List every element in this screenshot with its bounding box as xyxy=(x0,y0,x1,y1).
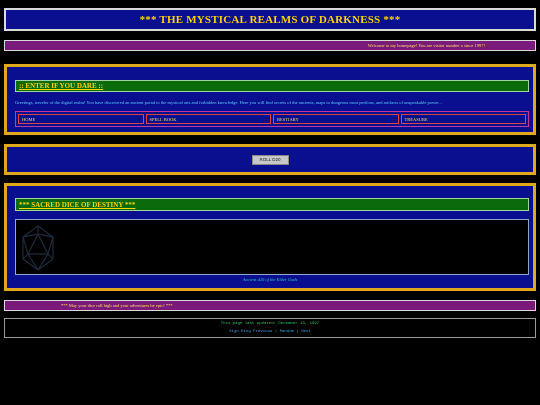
last-updated-text: This page last updated: December 13, 199… xyxy=(220,322,320,326)
update-box: This page last updated: December 13, 199… xyxy=(4,318,536,338)
dice-heading[interactable]: *** SACRED DICE OF DESTINY *** xyxy=(15,198,529,211)
title-banner: *** THE MYSTICAL REALMS OF DARKNESS *** xyxy=(4,8,536,31)
webring-next-link[interactable]: Next xyxy=(301,330,311,334)
dice-panel: *** SACRED DICE OF DESTINY *** Ancient d… xyxy=(4,183,536,291)
greeting-text: Greetings, traveler of the digital realm… xyxy=(15,100,442,105)
webring-previous-link[interactable]: Sign Ring Previous xyxy=(229,330,272,334)
enter-panel: :: ENTER IF YOU DARE :: Greetings, trave… xyxy=(4,64,536,135)
dice-display xyxy=(15,219,529,275)
footer-quote-bar: *** May your dice roll high and your adv… xyxy=(4,300,536,311)
welcome-marquee: Welcome to my homepage! You are visitor … xyxy=(4,40,536,51)
nav-item-treasure[interactable]: TREASURE xyxy=(400,114,526,124)
roll-panel: ROLL D20 xyxy=(4,144,536,175)
webring-random-link[interactable]: Random xyxy=(280,330,294,334)
webring-links: Sign Ring Previous | Random | Next xyxy=(229,330,311,334)
page-title: *** THE MYSTICAL REALMS OF DARKNESS *** xyxy=(139,13,401,26)
welcome-text: Welcome to my homepage! You are visitor … xyxy=(367,43,485,48)
dice-caption: Ancient d20 of the Elder Gods xyxy=(242,277,298,282)
nav-item-home[interactable]: HOME xyxy=(18,114,144,124)
nav-item-bestiary[interactable]: BESTIARY xyxy=(273,114,399,124)
d20-icon xyxy=(22,225,54,271)
enter-heading[interactable]: :: ENTER IF YOU DARE :: xyxy=(15,80,529,92)
footer-quote: *** May your dice roll high and your adv… xyxy=(61,303,173,308)
nav-item-spell-book[interactable]: SPELL BOOK xyxy=(145,114,271,124)
roll-d20-button[interactable]: ROLL D20 xyxy=(251,154,289,165)
nav-bar: HOME SPELL BOOK BESTIARY TREASURE xyxy=(15,111,529,127)
